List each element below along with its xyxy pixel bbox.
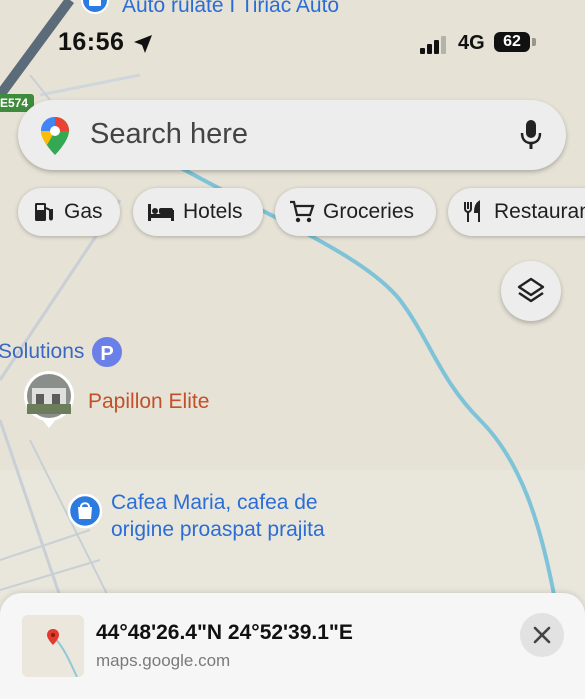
map-thumbnail xyxy=(22,615,84,677)
shopping-bag-pin-icon[interactable] xyxy=(68,494,102,534)
chip-groceries[interactable]: Groceries xyxy=(275,188,436,236)
layers-button[interactable] xyxy=(501,261,561,321)
papillon-elite-photo-pin[interactable] xyxy=(22,370,76,430)
search-bar[interactable]: Search here xyxy=(18,100,566,170)
map-thumbnail-image xyxy=(22,615,84,677)
network-type: 4G xyxy=(458,32,485,54)
search-input[interactable]: Search here xyxy=(90,118,248,151)
source-domain: maps.google.com xyxy=(96,651,231,670)
status-bar: 16:56 4G 62 xyxy=(0,26,585,62)
coordinates-title: 44°48'26.4"N 24°52'39.1"E xyxy=(96,621,353,644)
location-bottom-sheet[interactable]: 44°48'26.4"N 24°52'39.1"E maps.google.co… xyxy=(0,593,585,699)
close-button[interactable] xyxy=(520,613,564,657)
place-label-tiriac-auto[interactable]: Auto rulate I Tiriac Auto xyxy=(122,0,339,18)
microphone-icon[interactable] xyxy=(518,118,544,152)
place-label-papillon-elite[interactable]: Papillon Elite xyxy=(88,390,209,414)
place-label-solutions[interactable]: Solutions xyxy=(0,340,84,364)
cart-icon xyxy=(290,200,315,223)
category-chips: Gas Hotels Groceries Restaurants xyxy=(0,188,585,238)
chip-hotels[interactable]: Hotels xyxy=(133,188,263,236)
close-icon xyxy=(533,626,551,644)
restaurant-icon xyxy=(464,200,480,222)
cafea-label-line2: origine proaspat prajita xyxy=(111,518,325,541)
layers-icon xyxy=(517,277,545,303)
gas-station-icon xyxy=(35,203,53,221)
parking-marker[interactable]: P xyxy=(90,335,124,369)
chip-label: Gas xyxy=(64,200,103,223)
google-maps-logo-icon xyxy=(41,117,69,155)
chip-gas[interactable]: Gas xyxy=(18,188,120,236)
bed-icon xyxy=(148,204,174,221)
battery-icon: 62 xyxy=(494,32,538,54)
cafea-label-line1: Cafea Maria, cafea de xyxy=(111,491,318,514)
place-label-cafea-maria[interactable]: Cafea Maria, cafea de origine proaspat p… xyxy=(111,489,325,543)
shopping-bag-pin-icon[interactable] xyxy=(80,0,110,20)
status-time: 16:56 xyxy=(58,28,125,56)
cellular-signal-icon xyxy=(420,36,446,54)
battery-level: 62 xyxy=(494,32,530,52)
chip-restaurants[interactable]: Restaurants xyxy=(448,188,585,236)
battery-cap xyxy=(532,38,536,46)
chip-label: Groceries xyxy=(323,200,415,223)
chip-label: Hotels xyxy=(183,200,243,223)
chip-label: Restaurants xyxy=(494,200,585,223)
location-arrow-icon xyxy=(134,35,152,53)
